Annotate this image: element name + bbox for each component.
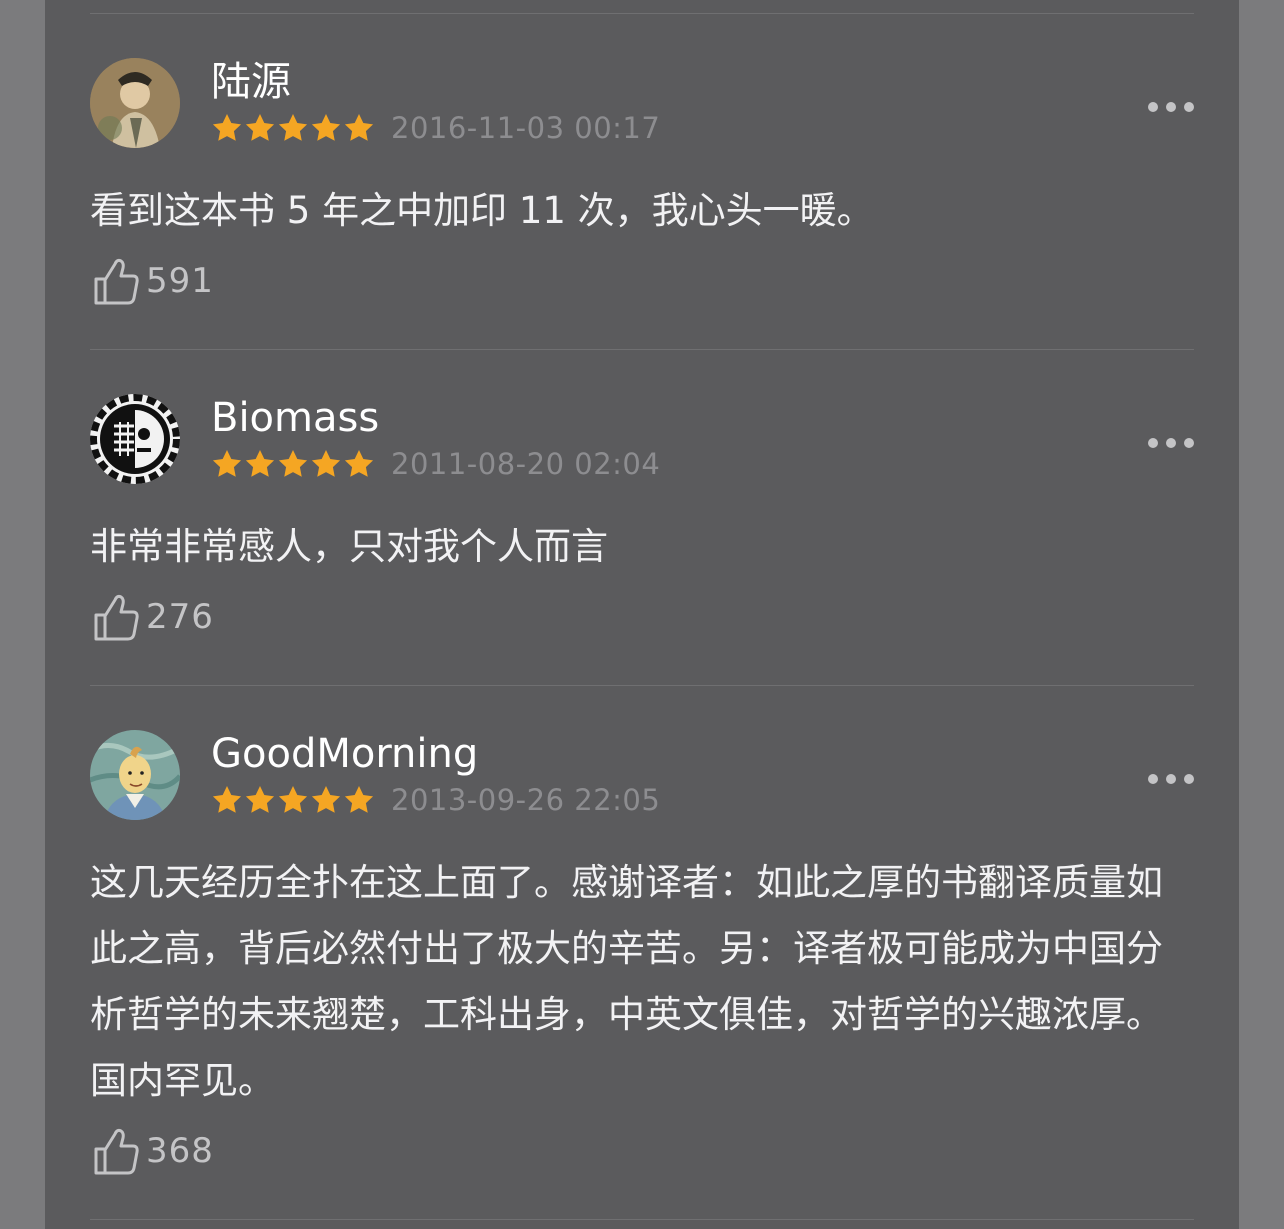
review-content: 非常非常感人，只对我个人而言	[90, 525, 608, 568]
more-options-button[interactable]	[1148, 428, 1194, 458]
star-icon	[212, 450, 242, 477]
like-count: 276	[146, 597, 214, 637]
user-avatar[interactable]	[90, 730, 180, 820]
dot-icon	[1166, 438, 1176, 448]
review-item: 陆源 2016-11-03 00:17 看到这本书 5 年之中加印 11 次，我…	[90, 58, 1194, 318]
star-icon	[245, 450, 275, 477]
like-button[interactable]: 276	[92, 591, 214, 643]
star-icon	[278, 450, 308, 477]
divider	[90, 1219, 1194, 1220]
review-meta: 2016-11-03 00:17	[211, 110, 660, 146]
review-content: 看到这本书 5 年之中加印 11 次，我心头一暖。	[90, 189, 874, 232]
review-timestamp: 2013-09-26 22:05	[391, 783, 661, 817]
dot-icon	[1184, 438, 1194, 448]
review-item: GoodMorning 2013-09-26 22:05 这几天经历全扑在这上面…	[90, 730, 1194, 1190]
like-button[interactable]: 591	[92, 255, 214, 307]
divider	[90, 13, 1194, 14]
star-rating	[211, 785, 375, 815]
more-options-button[interactable]	[1148, 764, 1194, 794]
username[interactable]: GoodMorning	[211, 730, 478, 778]
star-icon	[278, 114, 308, 141]
star-icon	[212, 786, 242, 813]
review-item: Biomass 2011-08-20 02:04 非常非常感人，只对我个人而言 …	[90, 394, 1194, 654]
star-icon	[311, 114, 341, 141]
review-meta: 2013-09-26 22:05	[211, 782, 660, 818]
dot-icon	[1148, 438, 1158, 448]
dot-icon	[1166, 102, 1176, 112]
star-icon	[344, 450, 374, 477]
user-avatar[interactable]	[90, 58, 180, 148]
review-content: 这几天经历全扑在这上面了。感谢译者：如此之厚的书翻译质量如此之高，背后必然付出了…	[90, 861, 1163, 1102]
divider	[90, 349, 1194, 350]
review-timestamp: 2016-11-03 00:17	[391, 111, 661, 145]
divider	[90, 685, 1194, 686]
review-list-panel: 陆源 2016-11-03 00:17 看到这本书 5 年之中加印 11 次，我…	[45, 0, 1239, 1229]
dot-icon	[1184, 774, 1194, 784]
review-timestamp: 2011-08-20 02:04	[391, 447, 661, 481]
star-icon	[245, 114, 275, 141]
user-avatar[interactable]	[90, 394, 180, 484]
review-meta: 2011-08-20 02:04	[211, 446, 660, 482]
star-icon	[311, 786, 341, 813]
dot-icon	[1166, 774, 1176, 784]
more-options-button[interactable]	[1148, 92, 1194, 122]
thumbs-up-icon	[94, 258, 139, 305]
star-icon	[344, 786, 374, 813]
like-button[interactable]: 368	[92, 1125, 214, 1177]
dot-icon	[1148, 774, 1158, 784]
dot-icon	[1184, 102, 1194, 112]
star-icon	[278, 786, 308, 813]
like-count: 368	[146, 1131, 214, 1171]
star-rating	[211, 113, 375, 143]
dot-icon	[1148, 102, 1158, 112]
star-icon	[212, 114, 242, 141]
star-rating	[211, 449, 375, 479]
star-icon	[311, 450, 341, 477]
star-icon	[245, 786, 275, 813]
thumbs-up-icon	[94, 1128, 139, 1175]
username[interactable]: 陆源	[211, 58, 291, 106]
thumbs-up-icon	[94, 594, 139, 641]
username[interactable]: Biomass	[211, 394, 379, 442]
star-icon	[344, 114, 374, 141]
like-count: 591	[146, 261, 214, 301]
